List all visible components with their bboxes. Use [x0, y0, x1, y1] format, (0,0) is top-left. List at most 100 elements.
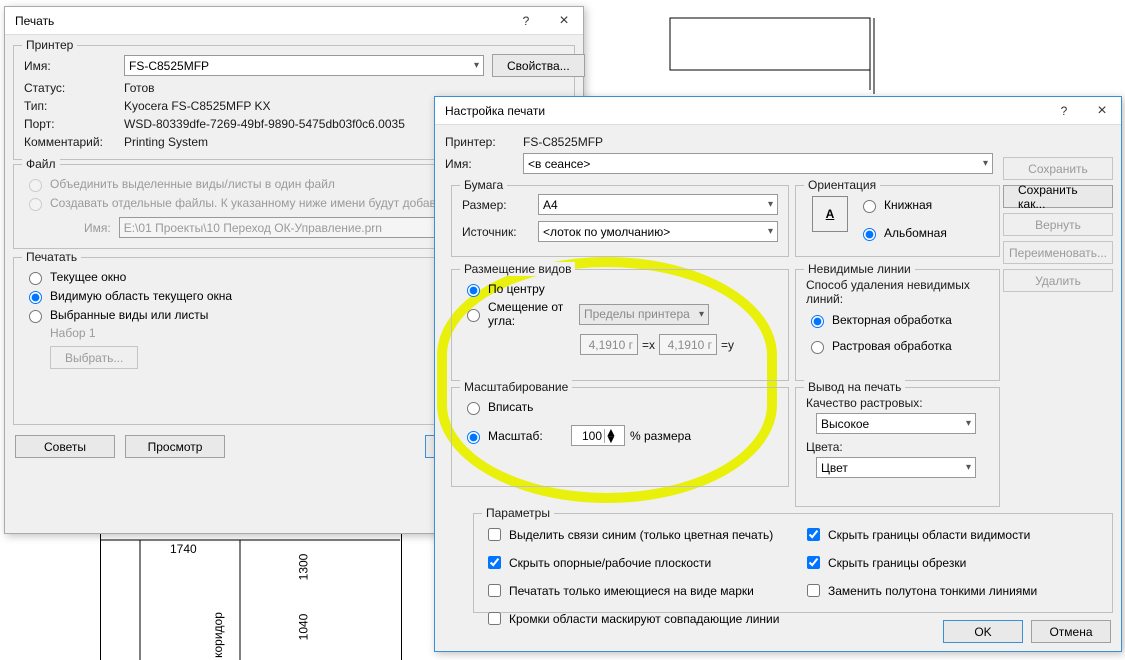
preview-button[interactable]: Просмотр [125, 435, 225, 458]
scale-value-input[interactable] [572, 429, 604, 443]
group-printer-legend: Принтер [22, 38, 77, 52]
paper-size-combo[interactable]: A4▾ [538, 194, 778, 215]
print-titlebar: Печать ? × [5, 7, 583, 35]
chevron-down-icon[interactable]: ▼ [605, 436, 617, 443]
group-placement: Размещение видов По центру Смещение от у… [451, 269, 789, 381]
placement-center-option[interactable]: По центру [462, 281, 778, 297]
printer-comment-label: Комментарий: [24, 135, 116, 149]
setup-ok-button[interactable]: OK [943, 620, 1023, 643]
param-hide-crop-check[interactable] [807, 556, 820, 569]
help-icon: ? [523, 14, 530, 28]
printer-port-label: Порт: [24, 117, 116, 131]
dim-1300-lbl: 1300 [296, 554, 310, 581]
param-hide-scope[interactable]: Скрыть границы области видимости [803, 525, 1102, 544]
spinner-buttons[interactable]: ▲▼ [604, 429, 617, 443]
paper-source-label: Источник: [462, 225, 530, 239]
hidden-raster-option[interactable]: Растровая обработка [806, 338, 989, 354]
hidden-vector-option[interactable]: Векторная обработка [806, 312, 989, 328]
scale-fit-radio[interactable] [467, 402, 480, 415]
range-current-radio[interactable] [29, 272, 42, 285]
setup-cancel-button[interactable]: Отмена [1031, 620, 1111, 643]
printer-name-combo[interactable]: FS-C8525MFP▾ [124, 55, 484, 76]
room-corridor-lbl: коридор [211, 612, 225, 658]
group-scale: Масштабирование Вписать Масштаб: ▲▼ % ра… [451, 387, 789, 487]
range-visible-radio[interactable] [29, 291, 42, 304]
save-as-button[interactable]: Сохранить как... [1003, 185, 1113, 208]
param-halftone-check[interactable] [807, 584, 820, 597]
placement-offset-radio[interactable] [467, 309, 480, 322]
range-select-button: Выбрать... [50, 346, 138, 369]
orientation-icon: A [812, 196, 848, 232]
hidden-raster-radio[interactable] [811, 341, 824, 354]
colors-combo[interactable]: Цвет▾ [816, 457, 976, 478]
scale-custom-radio[interactable] [467, 431, 480, 444]
file-combine-radio [29, 179, 42, 192]
file-name-label: Имя: [84, 221, 111, 235]
orientation-portrait-radio[interactable] [863, 200, 876, 213]
range-visible-option[interactable]: Видимую область текущего окна [24, 288, 424, 304]
param-hide-planes[interactable]: Скрыть опорные/рабочие плоскости [484, 553, 783, 572]
group-orientation-legend: Ориентация [804, 178, 880, 192]
group-file-legend: Файл [22, 157, 60, 171]
hidden-vector-radio[interactable] [811, 315, 824, 328]
group-print-range: Печатать Текущее окно Видимую область те… [13, 257, 435, 425]
param-mask-edges-check[interactable] [488, 612, 501, 625]
offset-y-input [659, 334, 717, 355]
placement-offset-option[interactable]: Смещение от угла: Пределы принтера▾ [462, 300, 778, 328]
group-hidden-lines-legend: Невидимые линии [804, 262, 915, 276]
offset-y-label: =y [721, 338, 734, 352]
chevron-down-icon: ▾ [966, 462, 971, 473]
param-hide-planes-check[interactable] [488, 556, 501, 569]
print-help-button[interactable]: ? [507, 7, 545, 35]
param-hide-crop[interactable]: Скрыть границы обрезки [803, 553, 1102, 572]
group-parameters-legend: Параметры [482, 506, 554, 520]
setup-name-combo[interactable]: <в сеансе>▾ [523, 153, 993, 174]
group-orientation: Ориентация A Книжная Альбомная [795, 185, 1000, 257]
printer-type-label: Тип: [24, 99, 116, 113]
setup-help-button[interactable]: ? [1045, 97, 1083, 125]
printer-status-value: Готов [124, 81, 585, 95]
printer-name-label: Имя: [24, 59, 116, 73]
setup-close-button[interactable]: × [1083, 97, 1121, 125]
print-setup-dialog: Настройка печати ? × Принтер: FS-C8525MF… [434, 96, 1122, 652]
orientation-landscape-radio[interactable] [863, 228, 876, 241]
scale-custom-option[interactable]: Масштаб: ▲▼ % размера [462, 425, 778, 446]
offset-x-label: =x [642, 338, 655, 352]
print-close-button[interactable]: × [545, 7, 583, 35]
printer-properties-button[interactable]: Свойства... [492, 54, 585, 77]
rename-button: Переименовать... [1003, 241, 1113, 264]
range-current-option[interactable]: Текущее окно [24, 269, 424, 285]
param-visible-tags[interactable]: Печатать только имеющиеся на виде марки [484, 581, 783, 600]
param-mask-edges[interactable]: Кромки области маскируют совпадающие лин… [484, 609, 783, 628]
raster-quality-combo[interactable]: Высокое▾ [816, 413, 976, 434]
raster-quality-label: Качество растровых: [806, 396, 989, 410]
param-hide-scope-check[interactable] [807, 528, 820, 541]
group-parameters: Параметры Выделить связи синим (только ц… [473, 513, 1113, 613]
scale-value-spinner[interactable]: ▲▼ [571, 425, 625, 446]
dim-1740-lbl: 1740 [170, 542, 197, 556]
param-blue-links[interactable]: Выделить связи синим (только цветная печ… [484, 525, 783, 544]
file-separate-radio [29, 198, 42, 211]
param-halftone[interactable]: Заменить полутона тонкими линиями [803, 581, 1102, 600]
placement-center-radio[interactable] [467, 284, 480, 297]
group-output: Вывод на печать Качество растровых: Высо… [795, 387, 1000, 507]
group-output-legend: Вывод на печать [804, 380, 905, 394]
group-scale-legend: Масштабирование [460, 380, 572, 394]
chevron-down-icon: ▾ [966, 418, 971, 429]
orientation-landscape-option[interactable]: Альбомная [858, 225, 947, 241]
scale-fit-option[interactable]: Вписать [462, 399, 778, 415]
range-selected-radio[interactable] [29, 310, 42, 323]
paper-size-label: Размер: [462, 198, 530, 212]
group-paper-legend: Бумага [460, 178, 507, 192]
range-selected-option[interactable]: Выбранные виды или листы [24, 307, 424, 323]
group-paper: Бумага Размер: A4▾ Источник: <лоток по у… [451, 185, 789, 257]
orientation-portrait-option[interactable]: Книжная [858, 197, 947, 213]
param-blue-links-check[interactable] [488, 528, 501, 541]
chevron-down-icon: ▾ [699, 309, 704, 320]
paper-source-combo[interactable]: <лоток по умолчанию>▾ [538, 221, 778, 242]
help-icon: ? [1061, 104, 1068, 118]
param-visible-tags-check[interactable] [488, 584, 501, 597]
chevron-down-icon: ▾ [768, 226, 773, 237]
setup-printer-label: Принтер: [445, 135, 515, 149]
tips-button[interactable]: Советы [15, 435, 115, 458]
